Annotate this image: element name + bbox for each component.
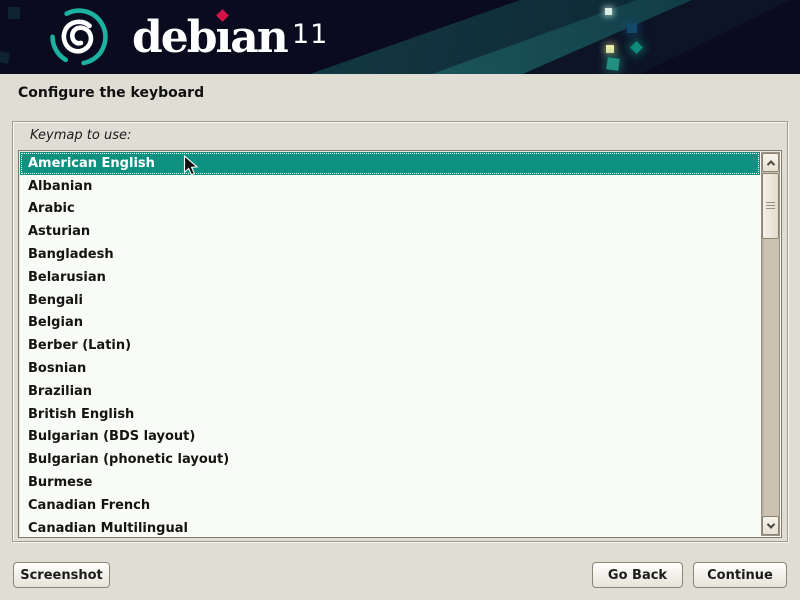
list-item[interactable]: British English [20, 403, 760, 426]
banner-square-decoration [627, 23, 637, 33]
debian-swirl-icon [46, 4, 112, 70]
banner-square-decoration [606, 45, 614, 53]
chevron-down-icon [766, 520, 774, 528]
scrollbar[interactable] [761, 152, 780, 536]
list-item[interactable]: Bangladesh [20, 243, 760, 266]
banner: debıan 11 [0, 0, 800, 74]
list-item[interactable]: Burmese [20, 471, 760, 494]
banner-square-decoration [606, 57, 620, 71]
list-item[interactable]: Asturian [20, 220, 760, 243]
list-item[interactable]: Brazilian [20, 380, 760, 403]
scroll-up-button[interactable] [762, 153, 779, 172]
chevron-up-icon [766, 160, 774, 168]
list-item[interactable]: Canadian Multilingual [20, 517, 760, 538]
banner-square-decoration [0, 51, 10, 64]
debian-logotype: debıan [132, 2, 287, 72]
banner-square-decoration [8, 7, 20, 19]
keymap-label: Keymap to use: [30, 128, 131, 143]
list-item[interactable]: Bulgarian (phonetic layout) [20, 448, 760, 471]
keymap-frame: Keymap to use: American EnglishAlbanianA… [12, 121, 788, 542]
continue-button[interactable]: Continue [693, 562, 787, 588]
screenshot-button[interactable]: Screenshot [13, 562, 110, 588]
thumb-grip-icon [766, 202, 775, 210]
list-item[interactable]: Bengali [20, 289, 760, 312]
keymap-listbox: American EnglishAlbanianArabicAsturianBa… [18, 150, 782, 538]
keymap-list[interactable]: American EnglishAlbanianArabicAsturianBa… [20, 152, 760, 537]
debian-version: 11 [292, 0, 328, 68]
list-item[interactable]: Bulgarian (BDS layout) [20, 426, 760, 449]
list-item[interactable]: Belgian [20, 312, 760, 335]
logotype-part: deb [132, 12, 216, 63]
list-item[interactable]: Canadian French [20, 494, 760, 517]
list-item[interactable]: American English [20, 152, 760, 175]
logotype-i: ı [216, 12, 231, 63]
banner-square-decoration [605, 8, 612, 15]
go-back-button[interactable]: Go Back [592, 562, 683, 588]
page-title: Configure the keyboard [18, 85, 204, 101]
scrollbar-thumb[interactable] [762, 173, 779, 239]
installer-window: debıan 11 Configure the keyboard Keymap … [0, 0, 800, 600]
scroll-down-button[interactable] [762, 516, 779, 535]
list-item[interactable]: Bosnian [20, 357, 760, 380]
list-item[interactable]: Belarusian [20, 266, 760, 289]
list-item[interactable]: Berber (Latin) [20, 334, 760, 357]
list-item[interactable]: Arabic [20, 198, 760, 221]
list-item[interactable]: Albanian [20, 175, 760, 198]
logotype-part: an [230, 12, 287, 63]
